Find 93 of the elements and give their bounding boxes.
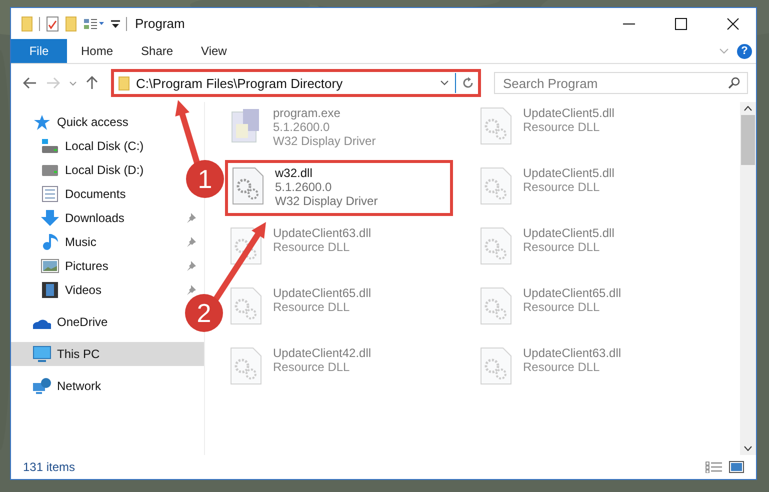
gear-file-icon xyxy=(479,226,513,266)
gear-file-icon xyxy=(229,286,263,326)
file-detail: Resource DLL xyxy=(523,120,601,134)
file-item[interactable]: program.exe 5.1.2600.0 W32 Display Driver xyxy=(225,102,453,154)
file-item[interactable]: UpdateClient5.dll Resource DLL xyxy=(475,102,703,154)
file-detail: Resource DLL xyxy=(273,240,351,254)
checklist-icon[interactable] xyxy=(46,16,59,32)
file-name: UpdateClient42.dll xyxy=(273,346,372,360)
sidebar-item[interactable]: Music xyxy=(11,230,204,254)
film-icon xyxy=(41,282,59,298)
help-button[interactable]: ? xyxy=(737,44,752,58)
close-icon xyxy=(727,18,739,30)
recent-caret-icon[interactable] xyxy=(69,80,77,86)
sidebar-item[interactable]: Local Disk (C:) xyxy=(11,134,152,158)
scroll-thumb[interactable] xyxy=(741,115,755,165)
document-icon xyxy=(41,186,59,202)
file-item[interactable]: UpdateClient5.dll Resource DLL xyxy=(475,222,703,274)
drive-icon xyxy=(41,162,59,178)
picture-icon xyxy=(41,258,59,274)
pin-icon[interactable] xyxy=(186,261,196,271)
file-item[interactable]: UpdateClient65.dll Resource DLL xyxy=(475,282,703,334)
customize-caret-icon[interactable] xyxy=(111,18,120,28)
file-detail: Resource DLL xyxy=(523,240,601,254)
sidebar-item[interactable]: Pictures xyxy=(11,254,204,278)
search-icon xyxy=(728,77,740,89)
file-detail: Resource DLL xyxy=(523,360,601,374)
minimize-icon xyxy=(623,22,635,24)
maximize-icon xyxy=(675,18,687,30)
refresh-icon[interactable] xyxy=(462,77,474,89)
file-detail: W32 Display Driver xyxy=(275,194,378,208)
details-view-icon[interactable] xyxy=(705,461,723,473)
download-icon xyxy=(41,210,59,226)
file-detail: Resource DLL xyxy=(273,360,351,374)
file-name: UpdateClient5.dll xyxy=(523,226,614,240)
file-detail: Resource DLL xyxy=(523,180,601,194)
large-icons-view-icon[interactable] xyxy=(729,461,744,473)
ribbon-tab[interactable]: Home xyxy=(67,39,128,63)
star-icon xyxy=(33,114,51,130)
gear-file-icon xyxy=(479,286,513,326)
sidebar-item[interactable]: This PC xyxy=(11,342,204,366)
address-bar[interactable]: C:\Program Files\Program Directory xyxy=(111,69,481,97)
ribbon-tab[interactable]: Share xyxy=(127,39,188,63)
gear-file-icon xyxy=(479,346,513,386)
music-note-icon xyxy=(41,234,59,250)
ribbon-tab[interactable]: File xyxy=(11,39,67,63)
pin-icon[interactable] xyxy=(186,285,196,295)
dropdown-caret-icon[interactable] xyxy=(440,80,449,86)
sidebar-item[interactable]: Local Disk (D:) xyxy=(11,158,152,182)
address-path: C:\Program Files\Program Directory xyxy=(136,76,343,90)
gear-file-icon xyxy=(479,166,513,206)
search-field[interactable]: Search Program xyxy=(494,72,748,94)
file-name: UpdateClient63.dll xyxy=(523,346,622,360)
scroll-up-icon[interactable] xyxy=(744,106,752,111)
drive-icon xyxy=(41,138,59,154)
gear-file-icon xyxy=(479,106,513,146)
file-name: w32.dll xyxy=(275,166,314,180)
back-icon[interactable] xyxy=(23,77,37,89)
file-name: UpdateClient5.dll xyxy=(523,106,614,120)
up-icon[interactable] xyxy=(86,76,98,90)
pin-icon[interactable] xyxy=(186,213,196,223)
file-name: UpdateClient65.dll xyxy=(523,286,622,300)
file-item[interactable]: UpdateClient42.dll Resource DLL xyxy=(225,342,453,394)
file-detail: Resource DLL xyxy=(273,300,351,314)
file-item[interactable]: UpdateClient63.dll Resource DLL xyxy=(475,342,703,394)
pin-icon[interactable] xyxy=(186,237,196,247)
ribbon-tab[interactable]: View xyxy=(187,39,241,63)
scrollbar[interactable] xyxy=(740,102,756,455)
folder-icon xyxy=(118,76,130,90)
monitor-icon xyxy=(33,346,51,362)
network-icon xyxy=(33,378,51,394)
sidebar-item[interactable]: Downloads xyxy=(11,206,204,230)
file-name: UpdateClient63.dll xyxy=(273,226,372,240)
file-item[interactable]: UpdateClient65.dll Resource DLL xyxy=(225,282,453,334)
view-layout-icon[interactable] xyxy=(83,18,105,30)
file-detail: Resource DLL xyxy=(523,300,601,314)
file-name: UpdateClient5.dll xyxy=(523,166,614,180)
scroll-down-icon[interactable] xyxy=(744,446,752,451)
file-item[interactable]: w32.dll 5.1.2600.0 W32 Display Driver xyxy=(225,160,453,216)
sidebar-item[interactable]: Network xyxy=(11,374,110,398)
sidebar-item[interactable]: OneDrive xyxy=(11,310,116,334)
sidebar-item[interactable]: Documents xyxy=(11,182,134,206)
window-title: Program xyxy=(135,16,185,31)
gear-file-icon xyxy=(229,346,263,386)
file-detail: 5.1.2600.0 xyxy=(275,180,333,194)
file-name: program.exe xyxy=(273,106,342,120)
file-item[interactable]: UpdateClient5.dll Resource DLL xyxy=(475,162,703,214)
item-count: 131 items xyxy=(23,460,76,474)
sidebar-item[interactable]: Quick access xyxy=(11,110,136,134)
gear-file-icon xyxy=(231,166,265,206)
file-detail: 5.1.2600.0 xyxy=(273,120,331,134)
expand-ribbon-icon[interactable] xyxy=(719,48,729,54)
file-detail: W32 Display Driver xyxy=(273,134,376,148)
file-name: UpdateClient65.dll xyxy=(273,286,372,300)
